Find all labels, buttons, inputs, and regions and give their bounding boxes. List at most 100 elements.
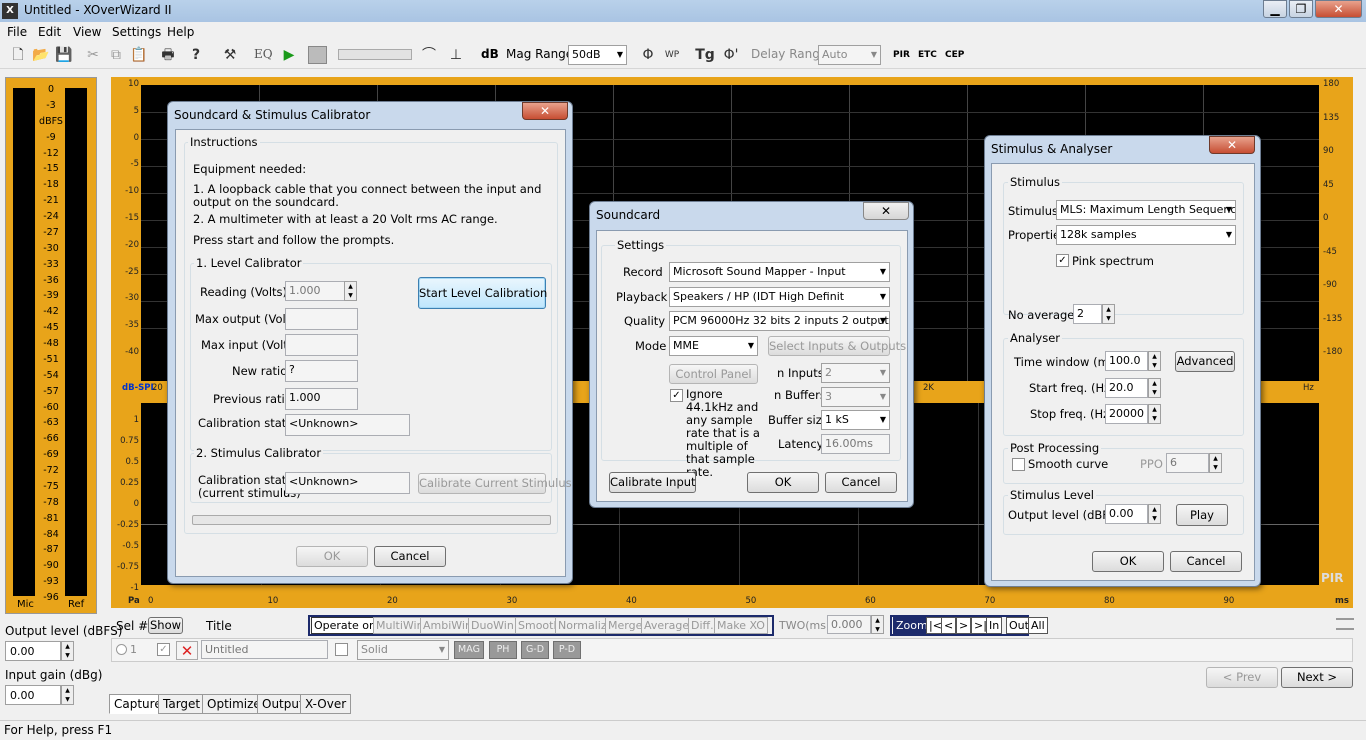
curve-view-icon[interactable]: ⌒	[419, 45, 439, 65]
new-file-icon[interactable]: 🗋	[8, 45, 28, 65]
time-window-input[interactable]: 100.0	[1105, 351, 1148, 371]
stop-freq-input[interactable]: 20000	[1105, 404, 1148, 424]
show-checkbox[interactable]: ✓	[157, 643, 170, 656]
no-averages-spinner[interactable]: ▲ ▼	[1102, 304, 1115, 324]
stim-output-level-spinner[interactable]: ▲ ▼	[1148, 504, 1161, 524]
zoom-button[interactable]: All	[1028, 617, 1048, 634]
zoom-button[interactable]: In	[986, 617, 1003, 634]
op-button-makexo[interactable]: Make XO	[714, 617, 768, 634]
pink-spectrum-checkbox[interactable]: ✓	[1056, 254, 1069, 267]
start-freq-spinner[interactable]: ▲ ▼	[1148, 378, 1161, 398]
op-button-diff[interactable]: Diff.	[688, 617, 717, 634]
stimulus-ok-button[interactable]: OK	[1092, 551, 1164, 572]
output-level-input[interactable]: 0.00	[5, 641, 61, 661]
menu-help[interactable]: Help	[167, 25, 194, 39]
calibrate-input-button[interactable]: Calibrate Input	[609, 472, 696, 493]
pd-button[interactable]: P-D	[553, 641, 581, 659]
stimulus-cancel-button[interactable]: Cancel	[1170, 551, 1242, 572]
soundcard-cancel-button[interactable]: Cancel	[825, 472, 897, 493]
menu-view[interactable]: View	[73, 25, 101, 39]
two-input[interactable]: 0.000	[827, 615, 871, 634]
close-button[interactable]: ✕	[1315, 0, 1362, 18]
quality-select[interactable]: PCM 96000Hz 32 bits 2 inputs 2 output ▼	[669, 311, 890, 331]
wrap-phase-icon[interactable]: WP	[662, 45, 682, 65]
reading-spinner[interactable]: ▲ ▼	[344, 281, 357, 301]
properties-select[interactable]: 128k samples ▼	[1056, 225, 1236, 245]
show-button[interactable]: Show	[148, 617, 183, 634]
play-icon[interactable]: ▶	[279, 45, 299, 65]
paste-icon[interactable]: 📋	[129, 45, 149, 65]
n-inputs-select[interactable]: 2 ▼	[821, 363, 890, 383]
tab-xover[interactable]: X-Over	[300, 694, 352, 714]
save-icon[interactable]: 💾	[54, 45, 74, 65]
maximize-button[interactable]: ❐	[1289, 0, 1313, 18]
minimize-button[interactable]: ▁	[1263, 0, 1287, 18]
n-buffers-select[interactable]: 3 ▼	[821, 387, 890, 407]
reading-input[interactable]: 1.000	[285, 281, 345, 301]
op-button-multiwin[interactable]: MultiWin	[373, 617, 427, 634]
play-button[interactable]: Play	[1176, 504, 1228, 526]
stim-output-level-input[interactable]: 0.00	[1105, 504, 1148, 524]
advanced-button[interactable]: Advanced	[1175, 351, 1235, 372]
select-io-button[interactable]: Select Inputs & Outputs	[768, 336, 906, 356]
cep-button[interactable]: CEP	[945, 50, 964, 60]
prev-button[interactable]: < Prev	[1206, 667, 1278, 688]
impulse-view-icon[interactable]: ⊥	[446, 45, 466, 65]
soundcard-close-button[interactable]: ✕	[863, 202, 909, 220]
ppo-input[interactable]: 6	[1166, 453, 1209, 473]
playback-select[interactable]: Speakers / HP (IDT High Definit ▼	[669, 287, 890, 307]
smooth-curve-checkbox[interactable]	[1012, 458, 1025, 471]
operate-on-button[interactable]: Operate on	[311, 617, 379, 634]
input-gain-spinner[interactable]: ▲ ▼	[61, 685, 74, 705]
ph-button[interactable]: PH	[489, 641, 517, 659]
input-gain-input[interactable]: 0.00	[5, 685, 61, 705]
tools-icon[interactable]: ⚒	[220, 45, 240, 65]
eq-button[interactable]: EQ	[254, 47, 273, 61]
print-icon[interactable]: 🖶	[158, 45, 178, 65]
op-button-average[interactable]: Average	[641, 617, 693, 634]
no-averages-input[interactable]: 2	[1073, 304, 1102, 324]
group-delay-icon[interactable]: Tg	[695, 45, 715, 65]
cut-icon[interactable]: ✂	[83, 45, 103, 65]
stop-icon[interactable]	[308, 46, 327, 64]
calibrator-ok-button[interactable]: OK	[296, 546, 368, 567]
buffer-size-select[interactable]: 1 kS ▼	[821, 410, 890, 430]
tab-target[interactable]: Target	[158, 694, 206, 714]
stimulus-close-button[interactable]: ✕	[1209, 136, 1255, 154]
soundcard-ok-button[interactable]: OK	[747, 472, 819, 493]
stimulus-select[interactable]: MLS: Maximum Length Sequenc ▼	[1056, 200, 1236, 220]
pir-button[interactable]: PIR	[893, 50, 910, 60]
calibrator-cancel-button[interactable]: Cancel	[374, 546, 446, 567]
time-window-spinner[interactable]: ▲ ▼	[1148, 351, 1161, 371]
zoom-button[interactable]: <	[941, 617, 957, 634]
stop-freq-spinner[interactable]: ▲ ▼	[1148, 404, 1161, 424]
phase-icon[interactable]: Φ	[638, 45, 658, 65]
two-spinner[interactable]: ▲ ▼	[871, 615, 884, 634]
mode-select[interactable]: MME ▼	[669, 336, 758, 356]
menu-file[interactable]: File	[7, 25, 27, 39]
calibrator-close-button[interactable]: ✕	[522, 102, 568, 120]
gd-button[interactable]: G-D	[521, 641, 549, 659]
calibrate-current-stimulus-button[interactable]: Calibrate Current Stimulus	[418, 473, 572, 494]
control-panel-button[interactable]: Control Panel	[669, 364, 758, 384]
select-radio[interactable]	[116, 644, 127, 655]
op-button-ambiwin[interactable]: AmbiWin	[420, 617, 475, 634]
color-checkbox[interactable]	[335, 643, 348, 656]
line-style-select[interactable]: Solid ▼	[357, 640, 449, 660]
curve-title-input[interactable]: Untitled	[201, 640, 328, 659]
etc-button[interactable]: ETC	[918, 50, 937, 60]
menu-lines-icon[interactable]	[1336, 618, 1354, 630]
copy-icon[interactable]: ⧉	[106, 45, 126, 65]
delay-range-select[interactable]: Auto ▼	[818, 45, 881, 65]
delete-icon[interactable]: ✕	[176, 641, 198, 660]
mag-range-select[interactable]: 50dB ▼	[568, 45, 627, 65]
ppo-spinner[interactable]: ▲ ▼	[1209, 453, 1222, 473]
menu-settings[interactable]: Settings	[112, 25, 161, 39]
start-freq-input[interactable]: 20.0	[1105, 378, 1148, 398]
output-level-spinner[interactable]: ▲ ▼	[61, 641, 74, 661]
menu-edit[interactable]: Edit	[38, 25, 61, 39]
zoom-button[interactable]: >	[956, 617, 972, 634]
db-button[interactable]: dB	[481, 47, 499, 61]
start-level-calibration-button[interactable]: Start Level Calibration	[418, 277, 547, 309]
open-folder-icon[interactable]: 📂	[31, 45, 51, 65]
